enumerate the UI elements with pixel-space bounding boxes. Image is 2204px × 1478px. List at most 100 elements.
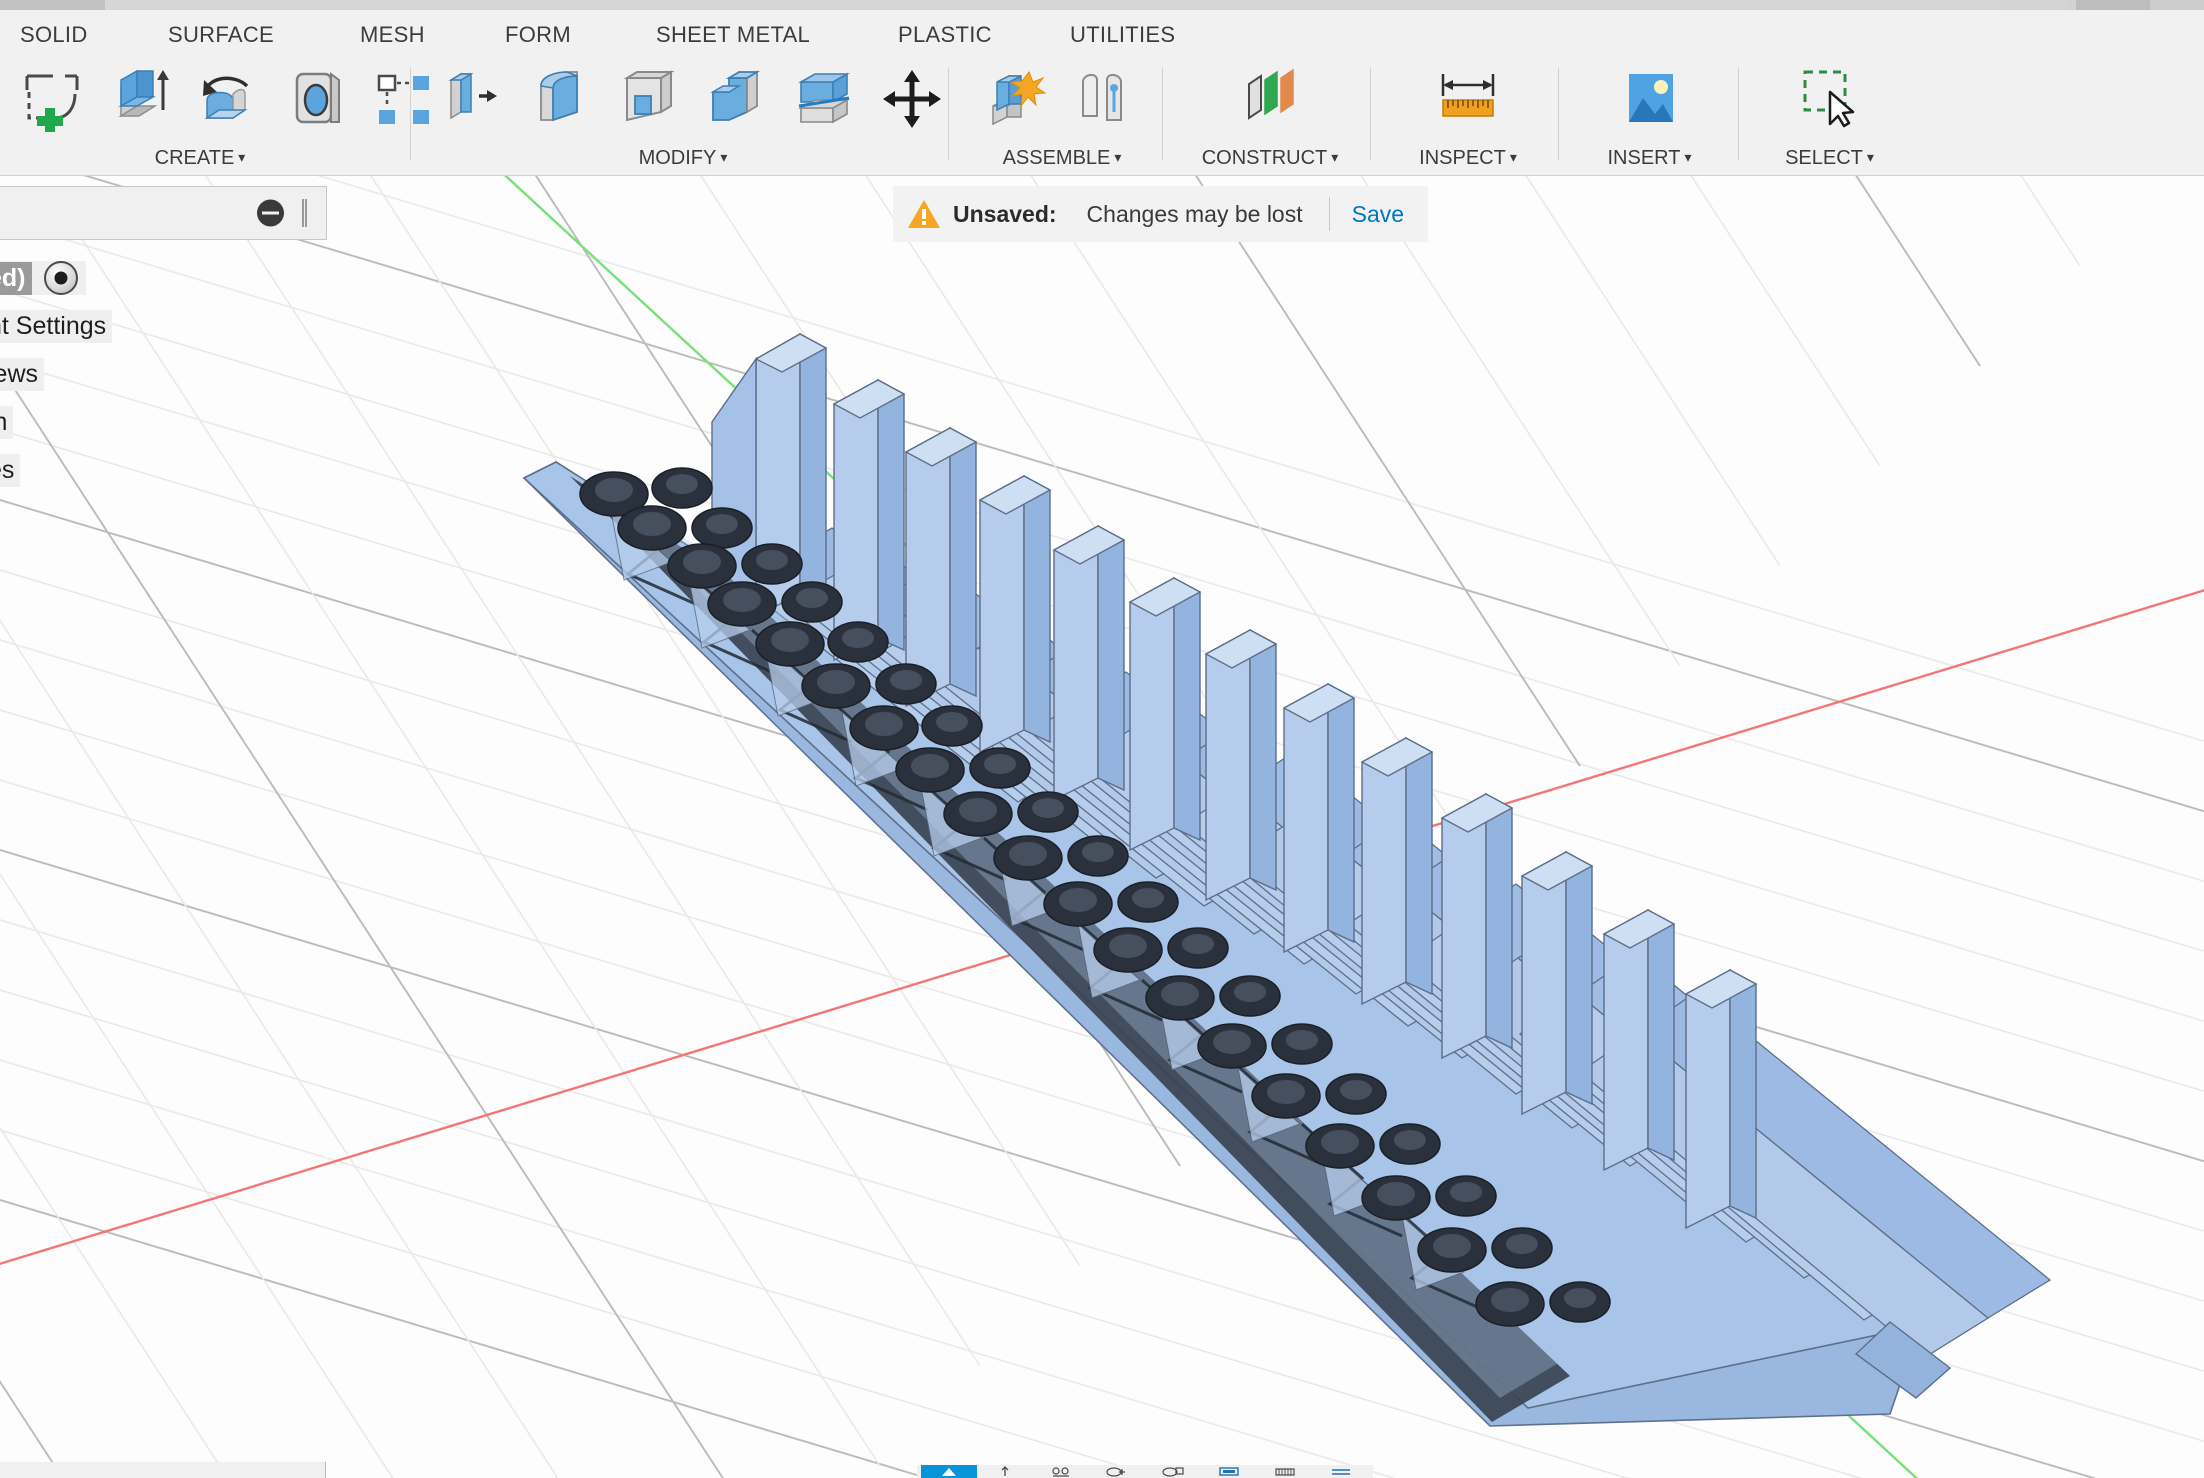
chevron-down-icon: ▾: [238, 149, 245, 165]
nav-display-mode-icon[interactable]: [1201, 1465, 1257, 1478]
tree-item-document-settings-label: nt Settings: [0, 310, 112, 343]
title-strip-gap: [2068, 0, 2076, 10]
nav-pan-icon[interactable]: [1033, 1465, 1089, 1478]
chevron-down-icon: ▾: [1510, 149, 1517, 165]
ribbon-tab-row: SOLID SURFACE MESH FORM SHEET METAL PLAS…: [0, 10, 2204, 54]
tab-form[interactable]: FORM: [505, 22, 571, 48]
view-navigation-bar[interactable]: [917, 1465, 1373, 1478]
panel-construct-label[interactable]: CONSTRUCT▾: [1170, 147, 1370, 170]
ribbon: SOLID SURFACE MESH FORM SHEET METAL PLAS…: [0, 10, 2204, 176]
panel-construct-text: CONSTRUCT: [1202, 147, 1328, 169]
chevron-down-icon: ▾: [1114, 149, 1121, 165]
viewport-canvas[interactable]: [0, 176, 2204, 1478]
panel-modify-text: MODIFY: [639, 147, 717, 169]
tree-item-origin-label: in: [0, 406, 13, 439]
tab-solid[interactable]: SOLID: [20, 22, 88, 48]
split-face-icon[interactable]: [780, 62, 868, 140]
tab-sheet-metal[interactable]: SHEET METAL: [656, 22, 810, 48]
panel-modify: MODIFY▾: [428, 54, 938, 176]
panel-inspect-text: INSPECT: [1419, 147, 1506, 169]
nav-orbit-icon[interactable]: [921, 1465, 977, 1478]
title-strip-right: [2150, 0, 2204, 10]
panel-inspect-label[interactable]: INSPECT▾: [1378, 147, 1558, 170]
tree-item-origin[interactable]: in: [0, 398, 327, 446]
measure-icon[interactable]: [1424, 62, 1512, 140]
panel-separator-6: [1738, 68, 1739, 160]
3d-viewport[interactable]: [0, 176, 2204, 1478]
save-button[interactable]: Save: [1352, 201, 1404, 228]
tab-plastic[interactable]: PLASTIC: [898, 22, 992, 48]
press-pull-icon[interactable]: [428, 62, 516, 140]
tree-item-document-root-label: ed): [0, 262, 32, 295]
minus-circle-icon[interactable]: [257, 200, 284, 227]
nav-look-at-icon[interactable]: [977, 1465, 1033, 1478]
chevron-down-icon: ▾: [1331, 149, 1338, 165]
title-strip-active-tab: [2076, 0, 2150, 10]
tree-item-named-views-label: iews: [0, 358, 44, 391]
nav-zoom-icon[interactable]: [1089, 1465, 1145, 1478]
panel-select-label[interactable]: SELECT▾: [1742, 147, 1917, 170]
panel-assemble-label[interactable]: ASSEMBLE▾: [962, 147, 1162, 170]
chevron-down-icon: ▾: [1867, 149, 1874, 165]
ribbon-panels: CREATE▾: [0, 54, 2204, 176]
panel-create: CREATE▾: [0, 54, 400, 176]
hole-icon[interactable]: [272, 62, 360, 140]
visibility-radio-icon[interactable]: [44, 261, 78, 295]
new-component-icon[interactable]: [972, 62, 1060, 140]
nav-fit-icon[interactable]: [1145, 1465, 1201, 1478]
extrude-icon[interactable]: [96, 62, 184, 140]
create-sketch-icon[interactable]: [8, 62, 96, 140]
tree-item-document-root[interactable]: ed): [0, 254, 327, 302]
unsaved-message: Changes may be lost: [1087, 201, 1303, 228]
panel-modify-label[interactable]: MODIFY▾: [428, 147, 938, 170]
tab-mesh[interactable]: MESH: [360, 22, 425, 48]
panel-select: SELECT▾: [1742, 54, 1917, 176]
combine-icon[interactable]: [692, 62, 780, 140]
move-copy-icon[interactable]: [868, 62, 956, 140]
warning-triangle-icon: [907, 199, 941, 229]
panel-insert-label[interactable]: INSERT▾: [1562, 147, 1737, 170]
panel-create-label[interactable]: CREATE▾: [0, 147, 400, 170]
tree-item-bodies[interactable]: es: [0, 446, 327, 494]
fusion-window: SOLID SURFACE MESH FORM SHEET METAL PLAS…: [0, 0, 2204, 1478]
insert-mcmaster-icon[interactable]: [1606, 62, 1694, 140]
unsaved-label: Unsaved:: [953, 201, 1057, 228]
browser-toolbar[interactable]: [0, 186, 327, 240]
tree-item-bodies-label: es: [0, 454, 20, 487]
panel-inspect: INSPECT▾: [1378, 54, 1558, 176]
nav-viewports-icon[interactable]: [1313, 1465, 1369, 1478]
panel-construct: CONSTRUCT▾: [1170, 54, 1370, 176]
panel-separator-5: [1558, 68, 1559, 160]
browser-tree: ed) nt Settings iews in es: [0, 254, 327, 494]
offset-plane-icon[interactable]: [1226, 62, 1314, 140]
tree-item-document-settings[interactable]: nt Settings: [0, 302, 327, 350]
select-window-icon[interactable]: [1786, 62, 1874, 140]
panel-separator-3: [1162, 68, 1163, 160]
panel-separator-2: [948, 68, 949, 160]
title-strip-mid: [105, 0, 2000, 10]
notification-divider: [1329, 197, 1330, 231]
chevron-down-icon: ▾: [1684, 149, 1691, 165]
panel-separator-1: [410, 68, 411, 160]
browser-panel[interactable]: ed) nt Settings iews in es: [0, 186, 327, 494]
panel-create-text: CREATE: [155, 147, 235, 169]
panel-insert-text: INSERT: [1607, 147, 1680, 169]
fillet-icon[interactable]: [516, 62, 604, 140]
joint-icon[interactable]: [1060, 62, 1148, 140]
tree-item-named-views[interactable]: iews: [0, 350, 327, 398]
window-title-strip: [0, 0, 2204, 10]
nav-grid-snap-icon[interactable]: [1257, 1465, 1313, 1478]
panel-assemble: ASSEMBLE▾: [962, 54, 1162, 176]
panel-insert: INSERT▾: [1562, 54, 1737, 176]
tab-surface[interactable]: SURFACE: [168, 22, 274, 48]
unsaved-notification-bar: Unsaved: Changes may be lost Save: [893, 186, 1428, 242]
chevron-down-icon: ▾: [720, 149, 727, 165]
shell-icon[interactable]: [604, 62, 692, 140]
panel-select-text: SELECT: [1785, 147, 1863, 169]
bottom-left-panel: [0, 1462, 326, 1478]
drag-grip-icon[interactable]: [302, 199, 307, 227]
revolve-icon[interactable]: [184, 62, 272, 140]
panel-separator-4: [1370, 68, 1371, 160]
tab-utilities[interactable]: UTILITIES: [1070, 22, 1175, 48]
title-strip-left: [0, 0, 105, 10]
